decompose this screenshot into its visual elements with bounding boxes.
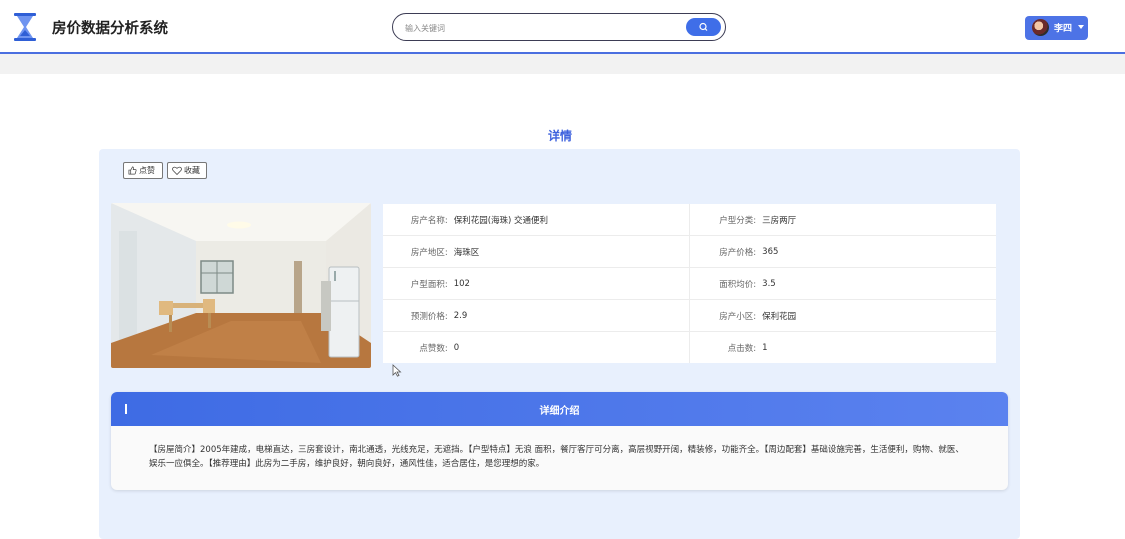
info-row: 预测价格: 2.9 房产小区: 保利花园 xyxy=(383,299,996,332)
hourglass-icon xyxy=(14,13,36,41)
info-row: 房产名称: 保利花园(海珠) 交通便利 户型分类: 三房两厅 xyxy=(383,204,996,236)
chevron-down-icon xyxy=(1078,25,1084,29)
like-label: 点赞 xyxy=(139,166,155,175)
thumbs-up-icon xyxy=(128,166,137,175)
header-sub-strip xyxy=(0,54,1125,74)
intro-text: 【房屋简介】2005年建成，电梯直达，三房套设计，南北通透，光线充足，无遮挡。【… xyxy=(149,445,964,469)
field-label: 户型分类: xyxy=(689,204,763,236)
field-label: 面积均价: xyxy=(689,267,763,300)
field-value: 3.5 xyxy=(762,267,996,300)
field-label: 房产地区: xyxy=(383,235,454,268)
avatar xyxy=(1032,19,1049,36)
intro-header: 详细介绍 xyxy=(111,392,1008,426)
app-title: 房价数据分析系统 xyxy=(52,21,168,37)
search-button[interactable] xyxy=(686,18,721,36)
field-value: 2.9 xyxy=(453,299,690,332)
heart-icon xyxy=(172,166,182,175)
field-value: 三房两厅 xyxy=(762,204,996,236)
page-title: 详情 xyxy=(547,129,572,143)
info-row: 房产地区: 海珠区 房产价格: 365 xyxy=(383,235,996,268)
user-name: 李四 xyxy=(1054,24,1073,34)
top-header: 房价数据分析系统 李四 xyxy=(0,0,1125,54)
favorite-label: 收藏 xyxy=(184,166,200,175)
field-label: 房产价格: xyxy=(689,235,763,268)
mouse-cursor-icon xyxy=(392,364,402,377)
field-label: 点击数: xyxy=(727,343,757,354)
info-row: 点赞数: 0 点击数: 1 xyxy=(383,331,996,363)
info-row: 户型面积: 102 面积均价: 3.5 xyxy=(383,267,996,300)
field-value: 海珠区 xyxy=(453,235,690,268)
field-value: 保利花园 xyxy=(762,299,996,332)
field-value: 保利花园(海珠) 交通便利 xyxy=(453,204,690,236)
search-icon xyxy=(699,22,708,31)
like-button[interactable]: 点赞 xyxy=(123,162,163,179)
field-value: 1 xyxy=(762,342,768,353)
detail-intro-card: 详细介绍 【房屋简介】2005年建成，电梯直达，三房套设计，南北通透，光线充足，… xyxy=(111,392,1008,490)
house-photo xyxy=(111,203,371,368)
field-value: 0 xyxy=(453,331,690,363)
search-bar xyxy=(392,13,726,41)
field-label: 房产名称: xyxy=(383,204,454,236)
field-value: 365 xyxy=(762,235,996,268)
intro-title: 详细介绍 xyxy=(539,406,580,417)
search-input[interactable] xyxy=(403,19,677,37)
house-info-table: 房产名称: 保利花园(海珠) 交通便利 户型分类: 三房两厅 房产地区: 海珠区 房产价格:… xyxy=(383,204,996,363)
user-menu-button[interactable]: 李四 xyxy=(1025,16,1088,40)
field-label: 房产小区: xyxy=(689,299,763,332)
field-label: 户型面积: xyxy=(383,267,454,300)
field-value: 102 xyxy=(453,267,690,300)
favorite-button[interactable]: 收藏 xyxy=(167,162,207,179)
field-label: 预测价格: xyxy=(383,299,454,332)
field-label: 点赞数: xyxy=(419,343,448,354)
